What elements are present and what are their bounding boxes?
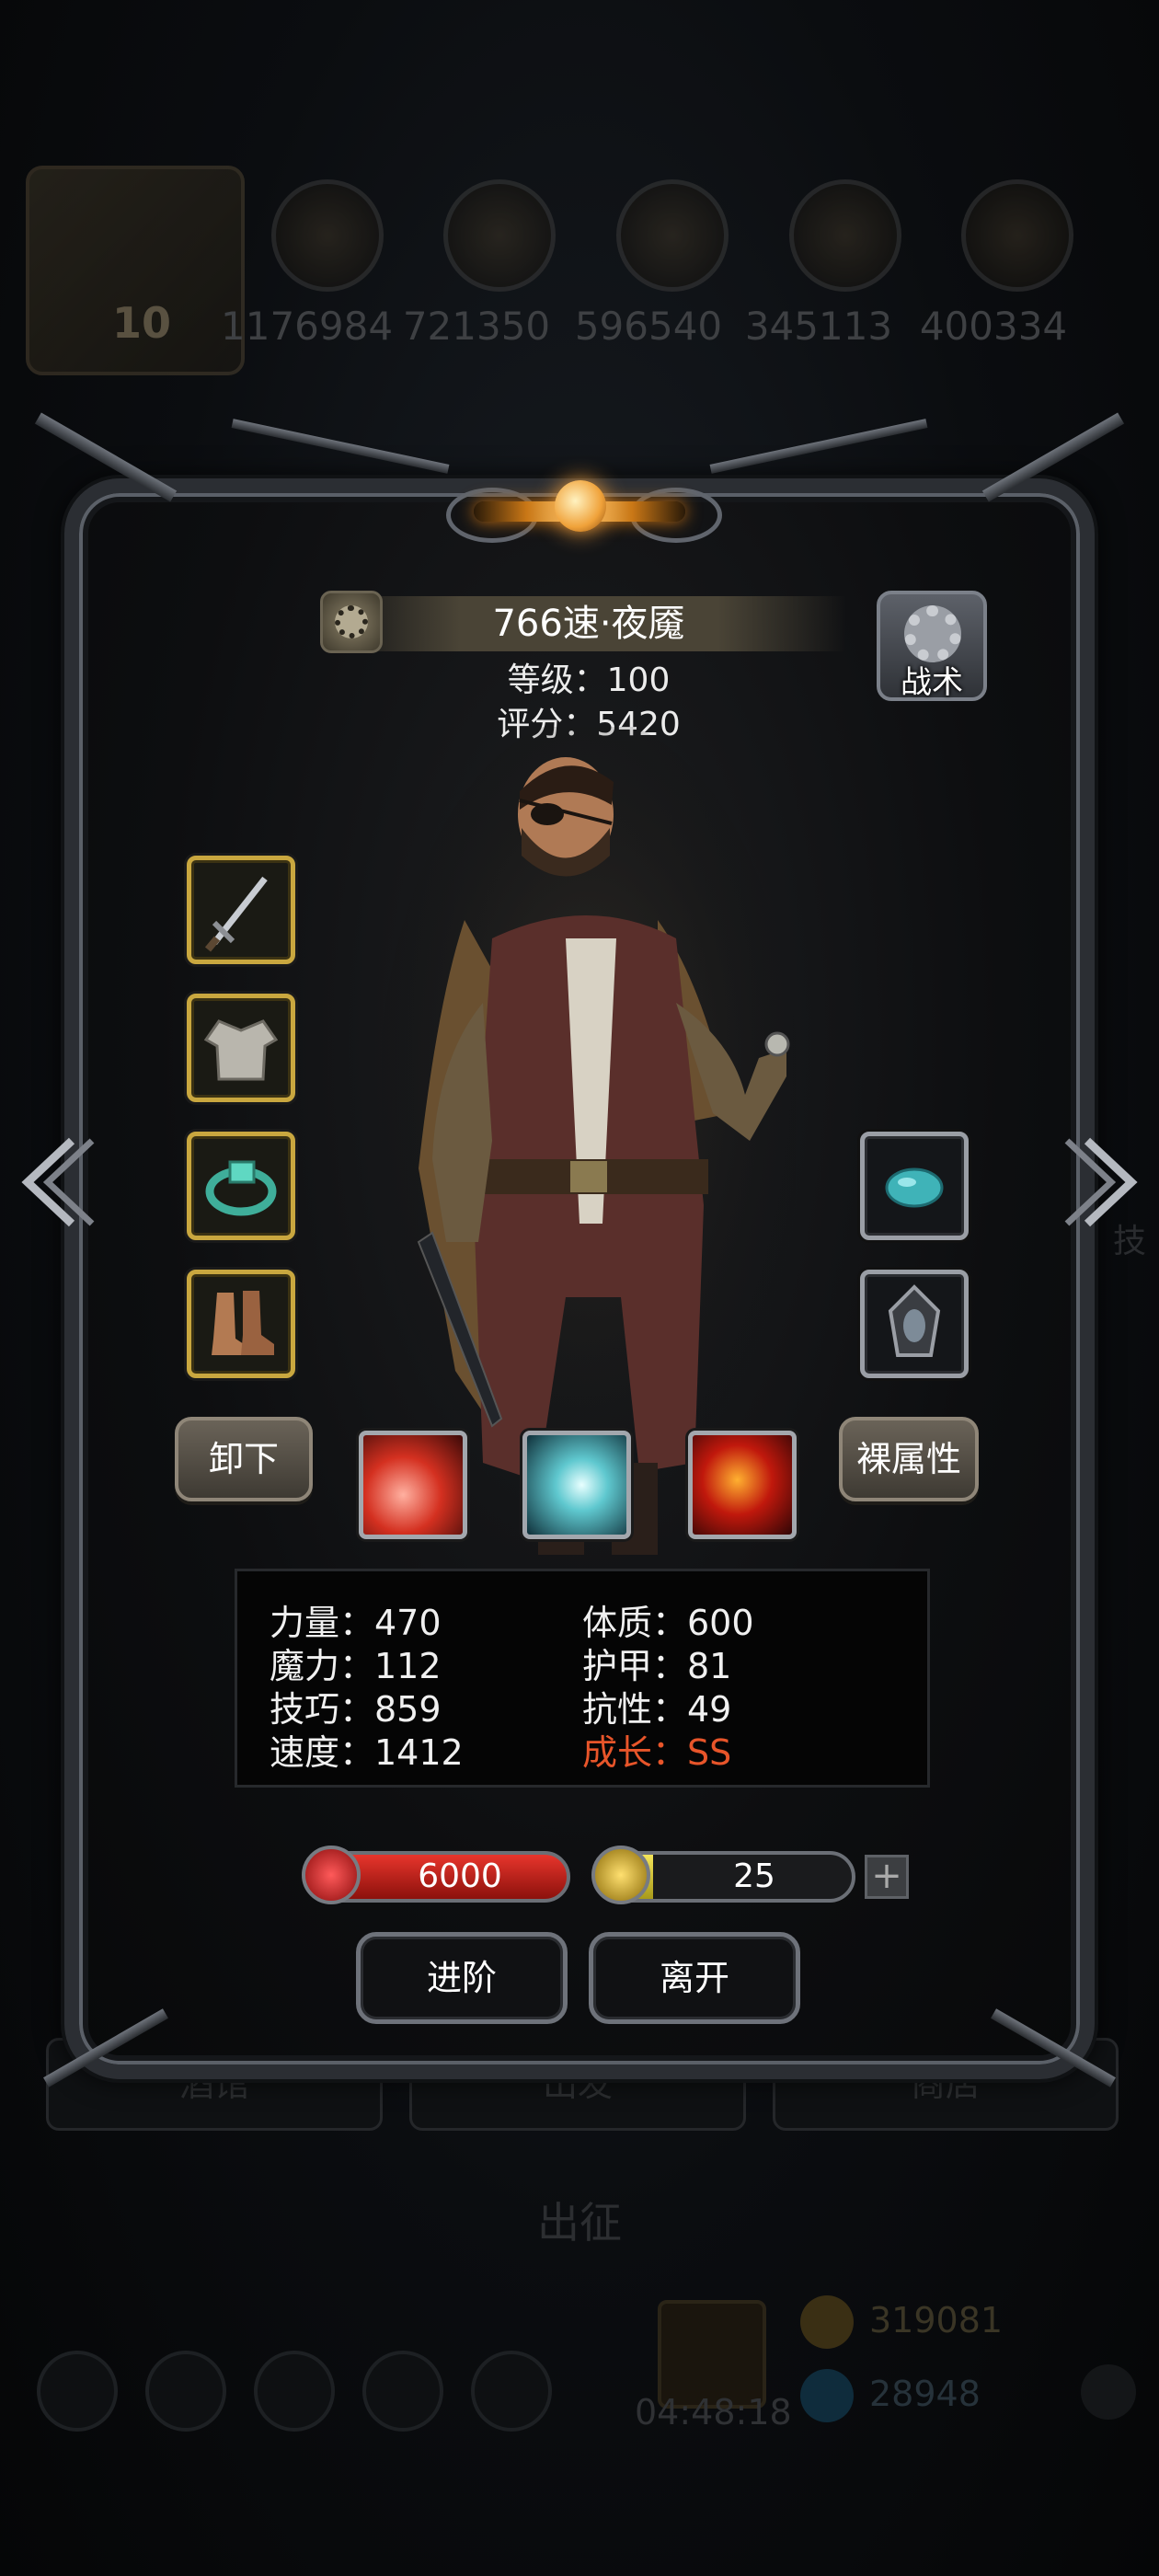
hp-value: 6000: [418, 1857, 502, 1895]
equip-slot-weapon[interactable]: [187, 856, 295, 964]
gift-timer: 04:48:18: [635, 2392, 792, 2432]
amulet-icon: [888, 1284, 941, 1357]
next-hero-arrow-icon[interactable]: [1060, 1132, 1142, 1233]
whirl-skill-icon[interactable]: [522, 1431, 631, 1539]
resource-value-2: 721350: [402, 304, 551, 349]
resource-icon-1: [271, 179, 384, 292]
moon-icon: [555, 480, 606, 532]
ring-icon: [205, 1160, 277, 1216]
previous-hero-arrow-icon[interactable]: [17, 1132, 99, 1233]
slash-skill-icon[interactable]: [359, 1431, 467, 1539]
bottom-menu-icon-3: [254, 2351, 335, 2432]
tactics-button[interactable]: 战术: [877, 591, 987, 701]
resource-icon-3: [616, 179, 729, 292]
unequip-button[interactable]: 卸下: [175, 1417, 313, 1501]
equip-slot-gem[interactable]: [860, 1132, 969, 1240]
player-level: 10: [112, 298, 172, 348]
corner-menu-icon: [1081, 2364, 1136, 2420]
gold-value: 319081: [869, 2300, 1004, 2340]
energy-value: 25: [733, 1857, 775, 1895]
player-avatar: 10: [26, 166, 245, 375]
leave-button[interactable]: 离开: [589, 1932, 800, 2024]
flame-skill-icon[interactable]: [688, 1431, 797, 1539]
gear-icon: [904, 605, 961, 662]
resource-icon-5: [961, 179, 1073, 292]
stat-growth: 成长：SS: [582, 1732, 732, 1773]
resource-icon-4: [789, 179, 901, 292]
bottom-menu-icon-1: [37, 2351, 118, 2432]
hero-level: 等级：100: [507, 661, 671, 699]
equip-slot-ring[interactable]: [187, 1132, 295, 1240]
gold-coin-icon: [800, 2295, 854, 2349]
bottom-menu-icon-5: [471, 2351, 552, 2432]
bottom-menu-icon-2: [145, 2351, 226, 2432]
resource-value-3: 596540: [574, 304, 723, 349]
advance-button[interactable]: 进阶: [356, 1932, 568, 2024]
stats-panel: 力量：470 体质：600 魔力：112 护甲：81 技巧：859 抗性：49 …: [235, 1569, 930, 1788]
gem-currency-icon: [800, 2369, 854, 2422]
resource-value-1: 1176984: [221, 304, 394, 349]
resource-value-4: 345113: [744, 304, 893, 349]
boots-icon: [212, 1291, 274, 1355]
gem-value: 28948: [869, 2374, 981, 2414]
equip-slot-amulet[interactable]: [860, 1270, 969, 1378]
hero-name: 766速·夜魇: [492, 603, 685, 645]
resource-value-5: 400334: [919, 304, 1068, 349]
sword-icon: [204, 876, 268, 952]
resource-icon-2: [443, 179, 556, 292]
armor-icon: [203, 1019, 279, 1081]
hero-detail-dialog: 766速·夜魇 等级：100 评分：5420 战术 卸下 裸属性 力量：470 …: [34, 412, 1125, 2087]
tactics-label: 战术: [901, 664, 963, 701]
crest-ornament: [446, 469, 722, 552]
stat-speed: 速度：1412: [270, 1732, 464, 1773]
lightning-icon: [591, 1846, 650, 1904]
equip-slot-boots[interactable]: [187, 1270, 295, 1378]
bottom-menu-icon-4: [362, 2351, 443, 2432]
base-attributes-button[interactable]: 裸属性: [839, 1417, 979, 1501]
expedition-label: 出征: [537, 2198, 622, 2248]
gem-icon: [885, 1167, 944, 1208]
equip-slot-armor[interactable]: [187, 994, 295, 1102]
add-energy-button[interactable]: +: [865, 1855, 909, 1899]
